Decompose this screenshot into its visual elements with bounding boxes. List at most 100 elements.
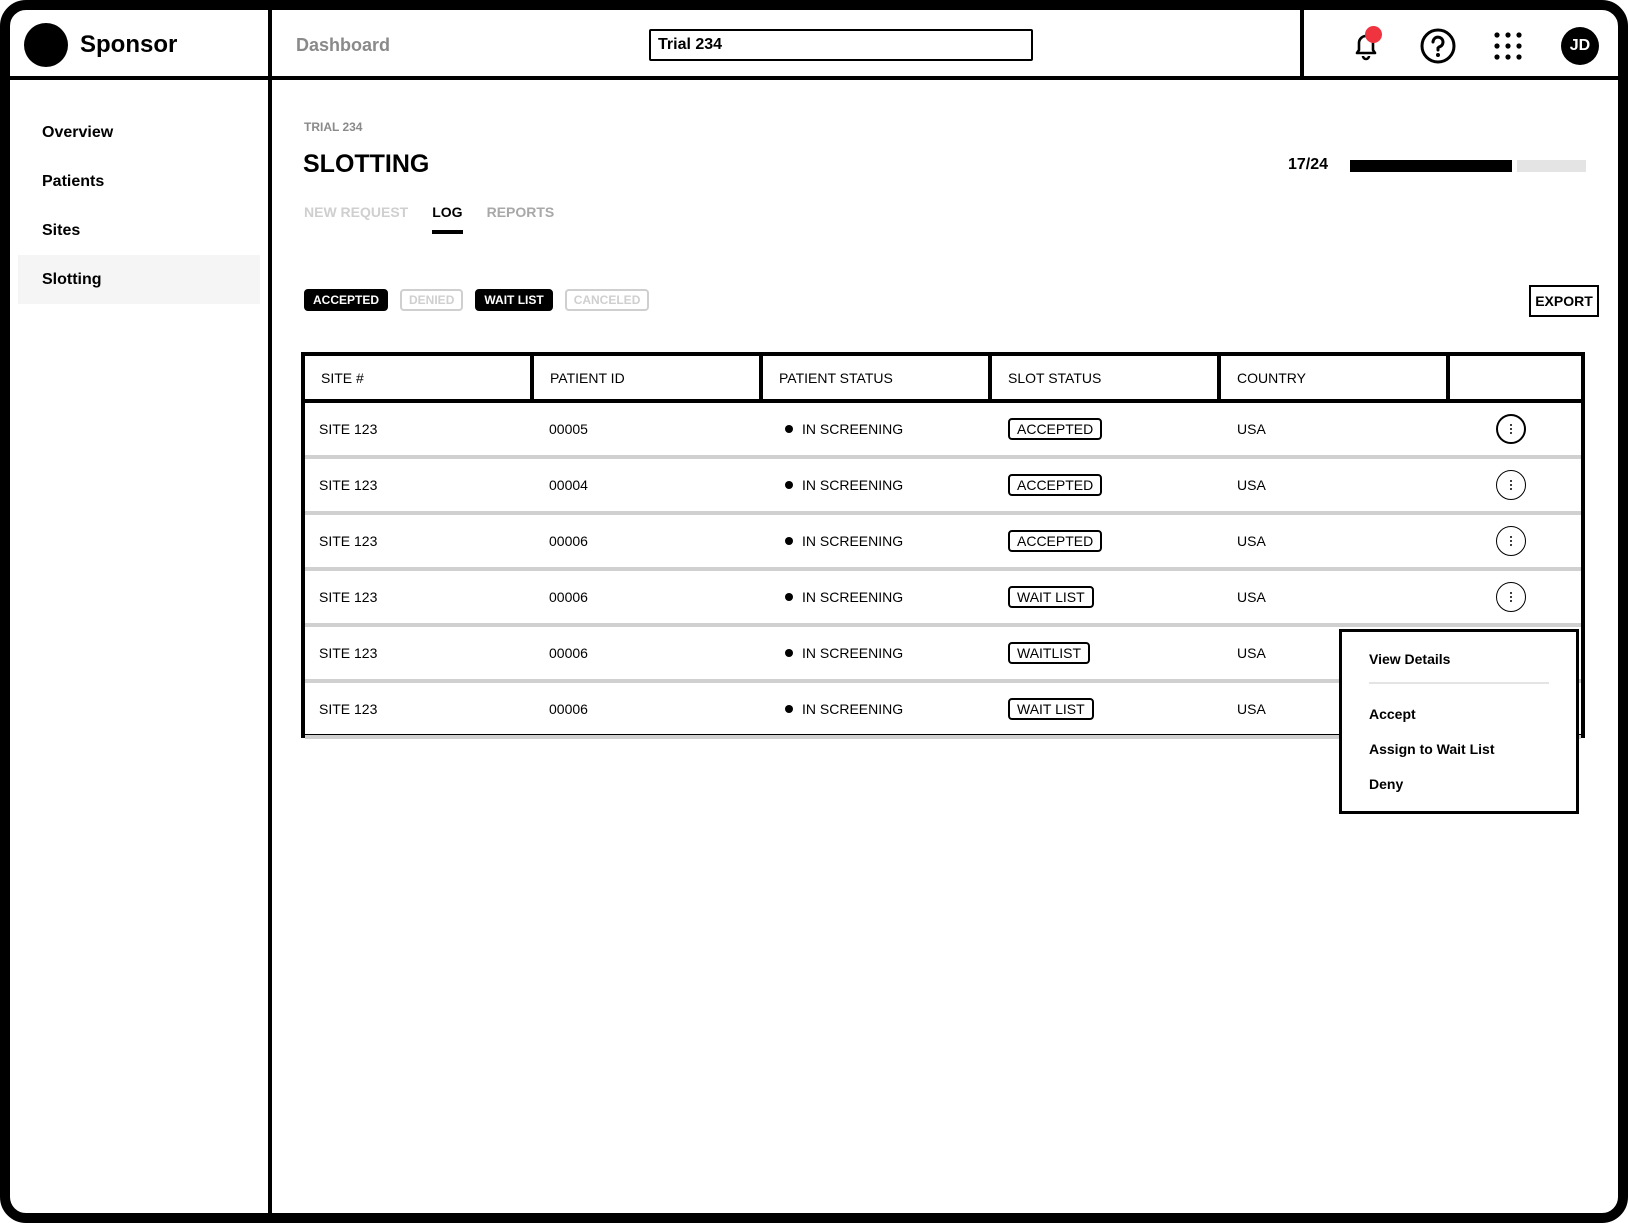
country-cell: USA [1237,533,1266,549]
menu-item-accept[interactable]: Accept [1369,696,1576,731]
help-button[interactable] [1418,26,1458,66]
site-cell: SITE 123 [319,589,378,605]
actions-cell [1450,414,1581,444]
tab-log[interactable]: LOG [432,204,463,234]
status-dot-icon [785,537,793,545]
status-dot-icon [785,481,793,489]
slot-status-badge: WAITLIST [1008,642,1091,664]
user-avatar[interactable]: JD [1561,27,1599,65]
row-actions-button[interactable] [1495,470,1526,500]
actions-cell [1450,470,1581,500]
status-filters: ACCEPTED DENIED WAIT LIST CANCELED [304,289,650,311]
table-row[interactable]: SITE 123 00005 IN SCREENING ACCEPTED USA [305,403,1581,459]
top-bar: Sponsor Dashboard Trial 234 JD [10,10,1618,80]
row-context-menu: View Details Accept Assign to Wait List … [1339,629,1579,814]
patient-id-cell: 00006 [549,589,588,605]
row-actions-button[interactable] [1495,414,1526,444]
apps-button[interactable] [1488,26,1528,66]
notification-badge [1365,26,1382,43]
table-row[interactable]: SITE 123 00006 IN SCREENING WAIT LIST US… [305,571,1581,627]
patient-status-text: IN SCREENING [802,477,904,493]
kebab-dot-icon [1509,600,1512,602]
column-header-site[interactable]: SITE # [305,356,534,399]
status-dot-icon [785,705,793,713]
progress-bar [1350,160,1586,172]
filter-chip-accepted[interactable]: ACCEPTED [304,289,389,311]
country-cell: USA [1237,421,1266,437]
slot-status-badge: WAIT LIST [1008,698,1094,720]
page-eyebrow: TRIAL 234 [304,120,363,134]
patient-id-cell: 00004 [549,477,588,493]
progress-bar-fill [1350,160,1518,172]
notifications-button[interactable] [1346,26,1386,66]
patient-status-text: IN SCREENING [802,421,904,437]
row-actions-button[interactable] [1495,526,1526,556]
apps-grid-icon [1494,32,1522,60]
kebab-dot-icon [1509,480,1512,482]
tab-reports[interactable]: REPORTS [487,204,555,234]
actions-cell [1450,526,1581,556]
kebab-dot-icon [1509,540,1512,542]
menu-item-deny[interactable]: Deny [1369,766,1576,801]
menu-divider [1369,682,1549,684]
main-content: TRIAL 234 SLOTTING 17/24 NEW REQUEST LOG… [276,84,1618,1213]
row-actions-button[interactable] [1495,582,1526,612]
sidebar-item-sites[interactable]: Sites [18,206,260,255]
logo-icon [24,23,68,67]
filter-chip-canceled[interactable]: CANCELED [564,289,650,311]
table-row[interactable]: SITE 123 00004 IN SCREENING ACCEPTED USA [305,459,1581,515]
patient-status-cell: IN SCREENING [763,533,992,549]
column-header-slot-status[interactable]: SLOT STATUS [992,356,1221,399]
menu-item-assign-wait-list[interactable]: Assign to Wait List [1369,731,1576,766]
site-cell: SITE 123 [319,533,378,549]
filter-chip-denied[interactable]: DENIED [400,289,464,311]
brand-name: Sponsor [80,31,178,58]
country-cell: USA [1237,477,1266,493]
tab-new-request[interactable]: NEW REQUEST [304,204,408,234]
patient-id-cell: 00005 [549,421,588,437]
kebab-dot-icon [1509,424,1512,426]
status-dot-icon [785,649,793,657]
kebab-dot-icon [1509,484,1512,486]
sidebar: Overview Patients Sites Slotting [10,80,272,1213]
sidebar-item-overview[interactable]: Overview [18,108,260,157]
column-header-country[interactable]: COUNTRY [1221,356,1450,399]
slot-status-badge: ACCEPTED [1008,474,1103,496]
breadcrumb[interactable]: Dashboard [296,10,390,80]
kebab-dot-icon [1509,536,1512,538]
slot-status-cell: ACCEPTED [992,530,1221,552]
patient-status-text: IN SCREENING [802,589,904,605]
site-cell: SITE 123 [319,645,378,661]
sidebar-item-slotting[interactable]: Slotting [18,255,260,304]
brand: Sponsor [10,10,272,80]
slot-status-cell: WAIT LIST [992,698,1221,720]
patient-status-text: IN SCREENING [802,645,904,661]
actions-cell [1450,582,1581,612]
kebab-dot-icon [1509,596,1512,598]
slot-status-cell: WAITLIST [992,642,1221,664]
slot-status-badge: ACCEPTED [1008,530,1103,552]
kebab-dot-icon [1509,488,1512,490]
sidebar-item-patients[interactable]: Patients [18,157,260,206]
kebab-dot-icon [1509,544,1512,546]
export-button[interactable]: EXPORT [1529,285,1599,317]
column-header-patient-status[interactable]: PATIENT STATUS [763,356,992,399]
column-header-patient-id[interactable]: PATIENT ID [534,356,763,399]
filter-chip-wait-list[interactable]: WAIT LIST [475,289,553,311]
slot-status-cell: WAIT LIST [992,586,1221,608]
help-icon [1420,28,1456,64]
patient-status-cell: IN SCREENING [763,645,992,661]
slot-status-badge: ACCEPTED [1008,418,1103,440]
menu-item-view-details[interactable]: View Details [1369,648,1576,670]
patient-status-text: IN SCREENING [802,533,904,549]
table-row[interactable]: SITE 123 00006 IN SCREENING ACCEPTED USA [305,515,1581,571]
country-cell: USA [1237,589,1266,605]
site-cell: SITE 123 [319,701,378,717]
trial-selector-input[interactable] [649,29,1033,61]
patient-id-cell: 00006 [549,533,588,549]
site-cell: SITE 123 [319,421,378,437]
top-actions: JD [1300,10,1618,80]
kebab-dot-icon [1509,428,1512,430]
kebab-dot-icon [1509,592,1512,594]
patient-id-cell: 00006 [549,701,588,717]
